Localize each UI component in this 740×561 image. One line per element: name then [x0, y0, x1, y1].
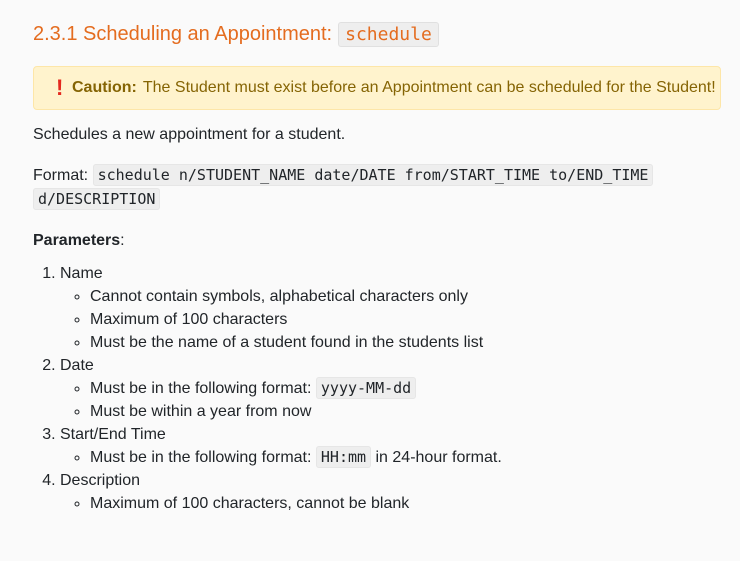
param-description-label: Description: [60, 472, 141, 489]
rule-text: Must be in the following format:: [90, 449, 312, 466]
description-text: Schedules a new appointment for a studen…: [33, 126, 346, 143]
param-description: Description Maximum of 100 characters, c…: [60, 469, 502, 515]
param-description-rules: Maximum of 100 characters, cannot be bla…: [60, 492, 502, 515]
format-label: Format:: [33, 167, 89, 184]
format-line-2: d/DESCRIPTION: [33, 188, 161, 210]
param-date: Date Must be in the following format: yy…: [60, 354, 502, 423]
list-item: Must be in the following format: yyyy-MM…: [90, 377, 502, 400]
command-code: schedule: [338, 22, 439, 47]
param-name-rules: Cannot contain symbols, alphabetical cha…: [60, 285, 502, 354]
list-item: Must be within a year from now: [90, 400, 502, 423]
param-time-rules: Must be in the following format: HH:mm i…: [60, 446, 502, 469]
parameters-label: Parameters: [33, 232, 121, 249]
param-time-label: Start/End Time: [60, 426, 166, 443]
section-heading: 2.3.1 Scheduling an Appointment: schedul…: [33, 22, 439, 47]
exclamation-icon: !: [56, 75, 64, 100]
date-format-code: yyyy-MM-dd: [315, 377, 417, 399]
param-name-label: Name: [60, 265, 103, 282]
time-format-code: HH:mm: [315, 446, 372, 468]
format-line-1: Format: schedule n/STUDENT_NAME date/DAT…: [33, 164, 654, 186]
param-date-label: Date: [60, 357, 94, 374]
list-item: Cannot contain symbols, alphabetical cha…: [90, 285, 502, 308]
format-code-2: d/DESCRIPTION: [33, 188, 161, 210]
caution-text: The Student must exist before an Appoint…: [142, 79, 716, 96]
format-code-1: schedule n/STUDENT_NAME date/DATE from/S…: [92, 164, 654, 186]
param-time: Start/End Time Must be in the following …: [60, 423, 502, 469]
caution-box: ! Caution: The Student must exist before…: [33, 66, 721, 110]
caution-label: Caution:: [72, 79, 137, 96]
param-name: Name Cannot contain symbols, alphabetica…: [60, 262, 502, 354]
list-item: Must be in the following format: HH:mm i…: [90, 446, 502, 469]
parameters-colon: :: [120, 232, 125, 249]
param-date-rules: Must be in the following format: yyyy-MM…: [60, 377, 502, 423]
parameters-list: Name Cannot contain symbols, alphabetica…: [33, 262, 502, 515]
parameters-heading: Parameters:: [33, 232, 125, 250]
list-item: Must be the name of a student found in t…: [90, 331, 502, 354]
user-guide-section: 2.3.1 Scheduling an Appointment: schedul…: [0, 0, 740, 561]
list-item: Maximum of 100 characters, cannot be bla…: [90, 492, 502, 515]
list-item: Maximum of 100 characters: [90, 308, 502, 331]
section-heading-text: 2.3.1 Scheduling an Appointment:: [33, 23, 333, 45]
rule-text: Must be in the following format:: [90, 380, 312, 397]
rule-text-suffix: in 24-hour format.: [375, 449, 502, 466]
